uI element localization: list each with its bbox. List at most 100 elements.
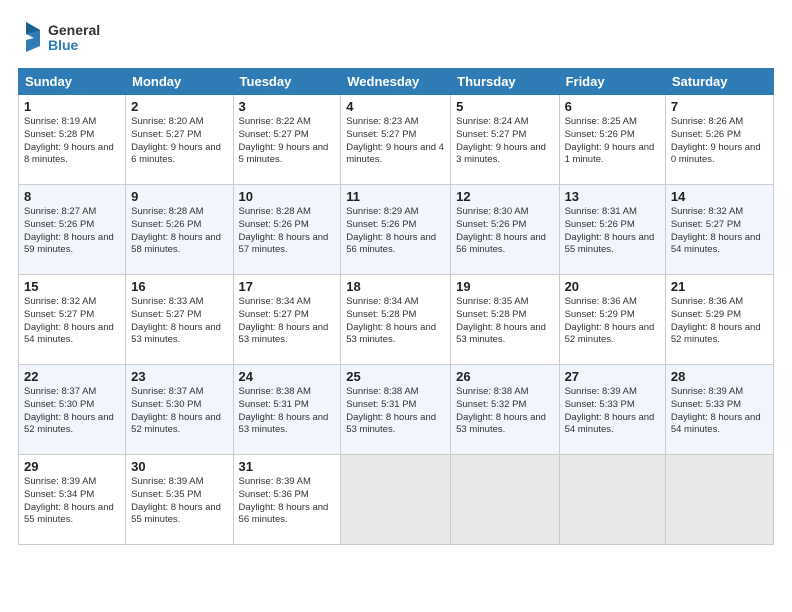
- header-cell-monday: Monday: [126, 69, 233, 95]
- logo: General Blue: [18, 18, 113, 56]
- calendar-cell: [665, 455, 773, 545]
- day-number: 8: [24, 189, 120, 204]
- calendar-cell: 27 Sunrise: 8:39 AM Sunset: 5:33 PM Dayl…: [559, 365, 665, 455]
- calendar-cell: 17 Sunrise: 8:34 AM Sunset: 5:27 PM Dayl…: [233, 275, 341, 365]
- day-number: 2: [131, 99, 227, 114]
- day-number: 1: [24, 99, 120, 114]
- calendar-cell: 11 Sunrise: 8:29 AM Sunset: 5:26 PM Dayl…: [341, 185, 451, 275]
- day-number: 29: [24, 459, 120, 474]
- day-number: 19: [456, 279, 553, 294]
- logo-svg: General Blue: [18, 18, 113, 56]
- page: General Blue SundayMondayTuesdayWednesda…: [0, 0, 792, 612]
- day-number: 20: [565, 279, 660, 294]
- calendar-cell: 19 Sunrise: 8:35 AM Sunset: 5:28 PM Dayl…: [451, 275, 559, 365]
- day-number: 9: [131, 189, 227, 204]
- day-number: 22: [24, 369, 120, 384]
- calendar: SundayMondayTuesdayWednesdayThursdayFrid…: [18, 68, 774, 545]
- calendar-cell: 16 Sunrise: 8:33 AM Sunset: 5:27 PM Dayl…: [126, 275, 233, 365]
- day-number: 28: [671, 369, 768, 384]
- day-info: Sunrise: 8:34 AM Sunset: 5:28 PM Dayligh…: [346, 296, 445, 347]
- calendar-cell: [451, 455, 559, 545]
- day-info: Sunrise: 8:38 AM Sunset: 5:32 PM Dayligh…: [456, 386, 553, 437]
- calendar-cell: 30 Sunrise: 8:39 AM Sunset: 5:35 PM Dayl…: [126, 455, 233, 545]
- calendar-cell: 3 Sunrise: 8:22 AM Sunset: 5:27 PM Dayli…: [233, 95, 341, 185]
- week-row-0: 1 Sunrise: 8:19 AM Sunset: 5:28 PM Dayli…: [19, 95, 774, 185]
- day-info: Sunrise: 8:38 AM Sunset: 5:31 PM Dayligh…: [239, 386, 336, 437]
- day-number: 26: [456, 369, 553, 384]
- day-info: Sunrise: 8:34 AM Sunset: 5:27 PM Dayligh…: [239, 296, 336, 347]
- week-row-4: 29 Sunrise: 8:39 AM Sunset: 5:34 PM Dayl…: [19, 455, 774, 545]
- calendar-cell: 22 Sunrise: 8:37 AM Sunset: 5:30 PM Dayl…: [19, 365, 126, 455]
- calendar-cell: 31 Sunrise: 8:39 AM Sunset: 5:36 PM Dayl…: [233, 455, 341, 545]
- calendar-cell: 5 Sunrise: 8:24 AM Sunset: 5:27 PM Dayli…: [451, 95, 559, 185]
- day-info: Sunrise: 8:35 AM Sunset: 5:28 PM Dayligh…: [456, 296, 553, 347]
- day-number: 7: [671, 99, 768, 114]
- calendar-cell: 18 Sunrise: 8:34 AM Sunset: 5:28 PM Dayl…: [341, 275, 451, 365]
- day-info: Sunrise: 8:27 AM Sunset: 5:26 PM Dayligh…: [24, 206, 120, 257]
- calendar-cell: 9 Sunrise: 8:28 AM Sunset: 5:26 PM Dayli…: [126, 185, 233, 275]
- week-row-3: 22 Sunrise: 8:37 AM Sunset: 5:30 PM Dayl…: [19, 365, 774, 455]
- day-number: 12: [456, 189, 553, 204]
- day-info: Sunrise: 8:36 AM Sunset: 5:29 PM Dayligh…: [671, 296, 768, 347]
- day-number: 10: [239, 189, 336, 204]
- day-info: Sunrise: 8:25 AM Sunset: 5:26 PM Dayligh…: [565, 116, 660, 167]
- svg-text:General: General: [48, 22, 100, 38]
- svg-text:Blue: Blue: [48, 37, 79, 53]
- calendar-cell: 14 Sunrise: 8:32 AM Sunset: 5:27 PM Dayl…: [665, 185, 773, 275]
- calendar-cell: 12 Sunrise: 8:30 AM Sunset: 5:26 PM Dayl…: [451, 185, 559, 275]
- day-info: Sunrise: 8:39 AM Sunset: 5:33 PM Dayligh…: [565, 386, 660, 437]
- day-number: 31: [239, 459, 336, 474]
- day-info: Sunrise: 8:31 AM Sunset: 5:26 PM Dayligh…: [565, 206, 660, 257]
- day-info: Sunrise: 8:39 AM Sunset: 5:34 PM Dayligh…: [24, 476, 120, 527]
- day-info: Sunrise: 8:39 AM Sunset: 5:35 PM Dayligh…: [131, 476, 227, 527]
- day-number: 13: [565, 189, 660, 204]
- calendar-cell: 10 Sunrise: 8:28 AM Sunset: 5:26 PM Dayl…: [233, 185, 341, 275]
- day-number: 27: [565, 369, 660, 384]
- day-info: Sunrise: 8:26 AM Sunset: 5:26 PM Dayligh…: [671, 116, 768, 167]
- day-number: 4: [346, 99, 445, 114]
- day-info: Sunrise: 8:39 AM Sunset: 5:36 PM Dayligh…: [239, 476, 336, 527]
- calendar-cell: 7 Sunrise: 8:26 AM Sunset: 5:26 PM Dayli…: [665, 95, 773, 185]
- day-info: Sunrise: 8:30 AM Sunset: 5:26 PM Dayligh…: [456, 206, 553, 257]
- calendar-cell: 25 Sunrise: 8:38 AM Sunset: 5:31 PM Dayl…: [341, 365, 451, 455]
- header: General Blue: [18, 18, 774, 56]
- day-info: Sunrise: 8:39 AM Sunset: 5:33 PM Dayligh…: [671, 386, 768, 437]
- day-number: 25: [346, 369, 445, 384]
- day-info: Sunrise: 8:28 AM Sunset: 5:26 PM Dayligh…: [239, 206, 336, 257]
- header-cell-friday: Friday: [559, 69, 665, 95]
- day-info: Sunrise: 8:36 AM Sunset: 5:29 PM Dayligh…: [565, 296, 660, 347]
- day-number: 15: [24, 279, 120, 294]
- day-number: 14: [671, 189, 768, 204]
- calendar-cell: 26 Sunrise: 8:38 AM Sunset: 5:32 PM Dayl…: [451, 365, 559, 455]
- day-number: 3: [239, 99, 336, 114]
- day-number: 6: [565, 99, 660, 114]
- header-cell-sunday: Sunday: [19, 69, 126, 95]
- header-row: SundayMondayTuesdayWednesdayThursdayFrid…: [19, 69, 774, 95]
- header-cell-wednesday: Wednesday: [341, 69, 451, 95]
- week-row-2: 15 Sunrise: 8:32 AM Sunset: 5:27 PM Dayl…: [19, 275, 774, 365]
- calendar-cell: [341, 455, 451, 545]
- day-info: Sunrise: 8:22 AM Sunset: 5:27 PM Dayligh…: [239, 116, 336, 167]
- day-info: Sunrise: 8:28 AM Sunset: 5:26 PM Dayligh…: [131, 206, 227, 257]
- calendar-cell: 1 Sunrise: 8:19 AM Sunset: 5:28 PM Dayli…: [19, 95, 126, 185]
- week-row-1: 8 Sunrise: 8:27 AM Sunset: 5:26 PM Dayli…: [19, 185, 774, 275]
- header-cell-tuesday: Tuesday: [233, 69, 341, 95]
- day-info: Sunrise: 8:29 AM Sunset: 5:26 PM Dayligh…: [346, 206, 445, 257]
- day-info: Sunrise: 8:33 AM Sunset: 5:27 PM Dayligh…: [131, 296, 227, 347]
- calendar-cell: 29 Sunrise: 8:39 AM Sunset: 5:34 PM Dayl…: [19, 455, 126, 545]
- day-info: Sunrise: 8:32 AM Sunset: 5:27 PM Dayligh…: [671, 206, 768, 257]
- day-info: Sunrise: 8:38 AM Sunset: 5:31 PM Dayligh…: [346, 386, 445, 437]
- day-info: Sunrise: 8:37 AM Sunset: 5:30 PM Dayligh…: [131, 386, 227, 437]
- calendar-cell: 20 Sunrise: 8:36 AM Sunset: 5:29 PM Dayl…: [559, 275, 665, 365]
- calendar-cell: 13 Sunrise: 8:31 AM Sunset: 5:26 PM Dayl…: [559, 185, 665, 275]
- day-info: Sunrise: 8:23 AM Sunset: 5:27 PM Dayligh…: [346, 116, 445, 167]
- calendar-cell: 6 Sunrise: 8:25 AM Sunset: 5:26 PM Dayli…: [559, 95, 665, 185]
- day-number: 24: [239, 369, 336, 384]
- calendar-cell: 23 Sunrise: 8:37 AM Sunset: 5:30 PM Dayl…: [126, 365, 233, 455]
- calendar-cell: 28 Sunrise: 8:39 AM Sunset: 5:33 PM Dayl…: [665, 365, 773, 455]
- day-number: 23: [131, 369, 227, 384]
- header-cell-thursday: Thursday: [451, 69, 559, 95]
- day-number: 17: [239, 279, 336, 294]
- day-info: Sunrise: 8:19 AM Sunset: 5:28 PM Dayligh…: [24, 116, 120, 167]
- day-number: 21: [671, 279, 768, 294]
